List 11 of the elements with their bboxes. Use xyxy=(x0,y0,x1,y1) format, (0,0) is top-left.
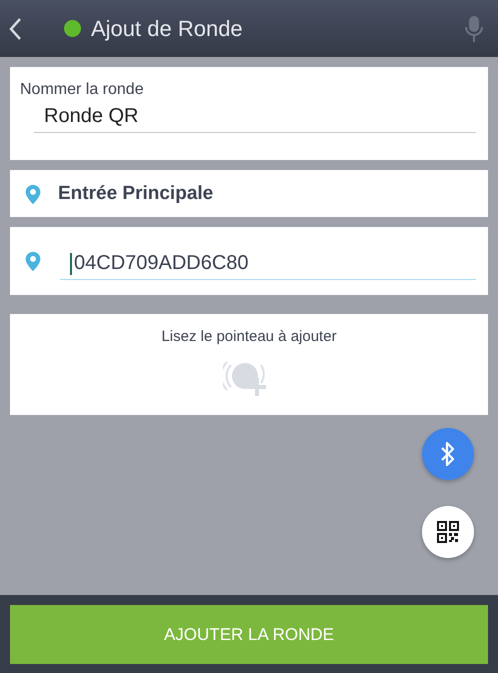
qr-code-icon xyxy=(437,521,459,543)
scan-instruction: Lisez le pointeau à ajouter xyxy=(161,328,337,345)
location-name: Entrée Principale xyxy=(58,182,214,204)
tag-field[interactable]: 04CD709ADD6C80 xyxy=(60,246,476,280)
bluetooth-button[interactable] xyxy=(422,428,474,480)
qr-code-button[interactable] xyxy=(422,506,474,558)
name-field[interactable]: Ronde QR xyxy=(34,99,476,133)
field-label: Nommer la ronde xyxy=(20,81,145,99)
screen-title: Ajout de Ronde xyxy=(91,16,244,42)
bluetooth-icon xyxy=(440,441,456,467)
back-icon[interactable] xyxy=(8,16,22,40)
